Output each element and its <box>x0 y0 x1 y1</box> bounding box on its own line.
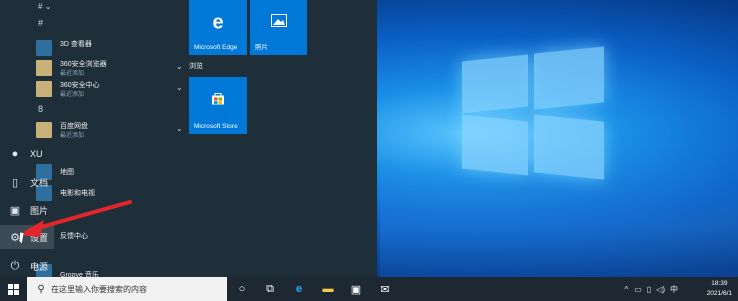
search-placeholder: 在这里输入你要搜索的内容 <box>51 284 147 294</box>
photos-icon <box>270 14 287 32</box>
file-explorer-icon[interactable]: ▬ <box>316 277 340 301</box>
clock-date: 2021/6/1 <box>706 290 732 297</box>
search-box[interactable]: ⚲ 在这里输入你要搜索的内容 <box>27 277 227 301</box>
tile-section-label: 浏览 <box>189 63 203 70</box>
edge-taskbar-icon[interactable]: e <box>287 277 311 301</box>
chevron-down-icon[interactable]: ⌄ <box>176 83 183 92</box>
user-avatar-icon: ● <box>11 148 19 160</box>
folder-icon <box>36 60 52 76</box>
document-icon: ▯ <box>11 176 19 189</box>
edge-icon: e <box>212 11 224 34</box>
rail-power[interactable]: ⏻ 电源 <box>0 254 110 278</box>
group-letter-8[interactable]: 8 <box>38 104 43 114</box>
gear-icon: ⚙ <box>10 231 20 244</box>
list-item[interactable]: 360安全中心 最近添加 ⌄ <box>36 79 186 99</box>
taskbar: ⚲ 在这里输入你要搜索的内容 ○ ⧉ e ▬ ▣ ✉ ^ ▭ ▯ ◁) 中 18… <box>0 277 738 301</box>
cortana-icon[interactable]: ○ <box>230 277 254 301</box>
clock[interactable]: 18:39 2021/6/1 <box>707 279 732 299</box>
power-icon: ⏻ <box>10 259 20 272</box>
group-header[interactable]: # ⌄ <box>38 2 51 11</box>
chevron-down-icon[interactable]: ⌄ <box>176 124 183 133</box>
rail-pictures[interactable]: ▣ 图片 <box>0 198 110 222</box>
chevron-up-icon[interactable]: ^ <box>624 285 628 294</box>
battery-icon[interactable]: ▯ <box>647 285 651 294</box>
store-taskbar-icon[interactable]: ▣ <box>344 277 368 301</box>
windows-start-icon <box>8 283 19 295</box>
folder-icon <box>36 81 52 97</box>
rail-settings[interactable]: ⚙ 设置 <box>0 225 54 249</box>
store-bag-icon <box>211 91 225 110</box>
picture-icon: ▣ <box>9 204 21 217</box>
tile-store[interactable]: Microsoft Store <box>189 77 247 134</box>
3d-viewer-icon <box>36 40 52 56</box>
mail-icon[interactable]: ✉ <box>373 277 397 301</box>
volume-icon[interactable]: ◁) <box>656 285 665 294</box>
rail-documents[interactable]: ▯ 文档 <box>0 170 110 194</box>
network-icon[interactable]: ▭ <box>634 285 642 294</box>
list-item[interactable]: 360安全浏览器 最近添加 ⌄ <box>36 58 186 78</box>
clock-time: 18:39 <box>711 280 728 287</box>
ime-indicator[interactable]: 中 <box>670 284 678 295</box>
folder-icon <box>36 122 52 138</box>
chevron-up-icon: ⌄ <box>44 2 52 11</box>
list-item[interactable]: 反馈中心 <box>36 226 186 246</box>
list-item[interactable]: 3D 查看器 <box>36 38 186 58</box>
windows-logo-wallpaper <box>462 46 604 180</box>
list-item[interactable]: 百度网盘 最近添加 ⌄ <box>36 120 186 140</box>
rail-user[interactable]: ● XU <box>0 142 110 166</box>
start-button[interactable] <box>0 277 27 301</box>
tile-photos[interactable]: 照片 <box>250 0 307 55</box>
search-icon: ⚲ <box>37 283 45 295</box>
task-view-icon[interactable]: ⧉ <box>258 277 282 301</box>
start-menu: # ⌄ # 3D 查看器 360安全浏览器 最近添加 ⌄ 360安全中心 最近添… <box>0 0 377 280</box>
chevron-down-icon[interactable]: ⌄ <box>176 62 183 71</box>
tile-edge[interactable]: e Microsoft Edge <box>189 0 247 55</box>
group-letter-hash[interactable]: # <box>38 18 43 28</box>
